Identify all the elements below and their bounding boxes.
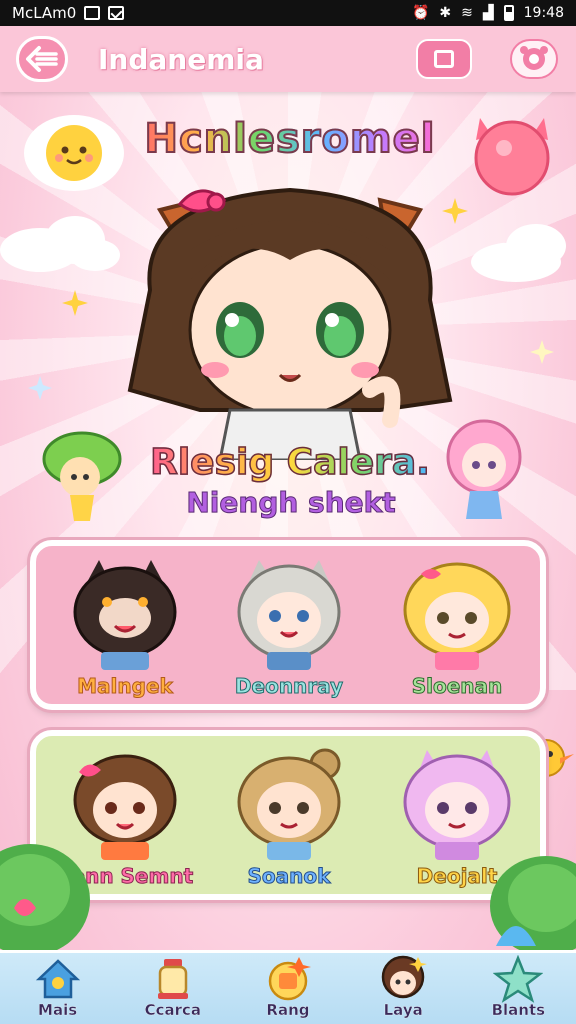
character-card[interactable]: Malngek (50, 556, 200, 716)
tan-hair-boy-avatar (237, 748, 341, 860)
blonde-girl-avatar (403, 562, 511, 670)
star-sparkle-icon (530, 340, 554, 364)
app-header: Indanemia (0, 26, 576, 92)
nav-label: Laya (383, 1001, 423, 1019)
nav-label: Blants (491, 1001, 546, 1019)
home-icon (35, 959, 80, 999)
nav-label: Ccarca (144, 1001, 201, 1019)
hero-subtitle: Rlesig Calera. (149, 441, 430, 484)
lilac-cat-girl-avatar (403, 750, 511, 860)
gear-icon (520, 46, 548, 70)
hero-title: Hcnlesromel (140, 115, 440, 176)
nav-item-avatar[interactable]: Laya (348, 955, 458, 1019)
alarm-icon: ⏰ (411, 5, 430, 21)
character-name: Malngek (77, 674, 174, 699)
green-sprite-decoration (42, 431, 122, 521)
star-sparkle-icon (28, 376, 52, 400)
character-card[interactable]: Soanok (214, 746, 364, 906)
character-card[interactable]: Deonnray (214, 556, 364, 716)
back-arrow-icon (26, 46, 58, 72)
star-sparkle-icon (62, 290, 88, 316)
back-button[interactable] (16, 36, 68, 82)
black-cat-avatar (73, 560, 177, 670)
window-button[interactable] (416, 39, 472, 79)
nav-label: Mais (38, 1001, 78, 1019)
character-panel-pink: Malngek Deonnray Sloenan (30, 540, 546, 710)
character-name: Deonnray (234, 674, 344, 699)
status-bar: McLAm0 ⏰ ✱ ≋ ▟ 19:48 (0, 0, 576, 26)
character-name: Soanok (247, 864, 331, 889)
cloud-decoration (471, 224, 566, 282)
nav-item-home[interactable]: Mais (3, 955, 113, 1019)
app-screen: McLAm0 ⏰ ✱ ≋ ▟ 19:48 Indanemia Hcnlesrom… (0, 0, 576, 1024)
nav-item-lantern[interactable]: Ccarca (118, 955, 228, 1019)
carrier-label: McLAm0 (12, 4, 77, 22)
hero-character-illustration[interactable] (120, 170, 460, 460)
battery-icon (503, 5, 514, 21)
nav-label: Rang (266, 1001, 310, 1019)
badge-icon (268, 957, 311, 1001)
check-icon (108, 6, 125, 20)
signal-icon: ▟ (482, 5, 494, 21)
hero-tagline: Niengh shekt (186, 486, 396, 520)
bottom-navigation: Mais Ccarca Rang Laya Blants (0, 950, 576, 1024)
clock-time: 19:48 (523, 5, 564, 21)
nav-item-badge[interactable]: Rang (233, 955, 343, 1019)
sun-face-decoration (24, 115, 124, 191)
character-card[interactable]: Sloenan (382, 556, 532, 716)
bush-decoration (490, 856, 576, 950)
settings-button[interactable] (510, 39, 558, 79)
lantern-icon (157, 959, 188, 999)
page-title: Indanemia (98, 43, 264, 76)
character-name: Sloenan (411, 674, 503, 699)
nav-item-star[interactable]: Blants (463, 955, 573, 1019)
avatar-icon (381, 955, 428, 999)
cat-balloon-decoration (474, 118, 550, 196)
square-icon (434, 50, 454, 68)
cloud-decoration (0, 216, 120, 272)
bush-decoration (0, 844, 90, 950)
star-icon (493, 955, 544, 1003)
silver-cat-avatar (237, 560, 341, 670)
wifi-icon: ≋ (461, 5, 473, 21)
bluetooth-icon: ✱ (439, 5, 452, 21)
gallery-icon (84, 6, 101, 20)
